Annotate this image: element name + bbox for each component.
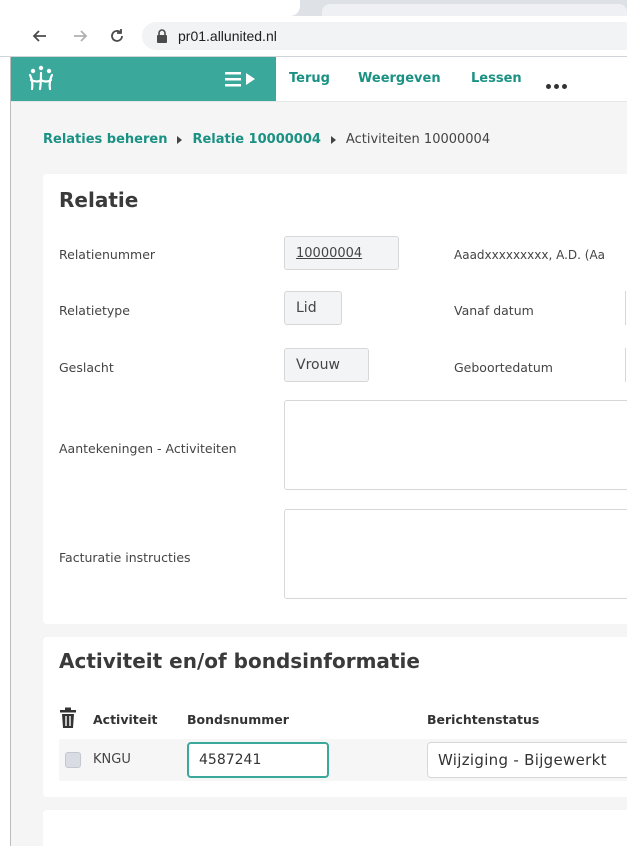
bondsnummer-input[interactable]: 4587241 — [187, 742, 329, 778]
arrow-left-icon — [32, 30, 46, 42]
address-bar[interactable]: pr01.allunited.nl — [142, 22, 627, 50]
brand-bar — [11, 57, 276, 101]
browser-tab-strip — [0, 0, 627, 16]
relatie-name-text: Aaadxxxxxxxxx, A.D. (Aa — [454, 248, 606, 262]
geslacht-label: Geslacht — [59, 360, 114, 375]
app-container: Terug Weergeven Lessen Relaties beheren … — [10, 57, 627, 850]
browser-forward-button[interactable] — [68, 24, 92, 48]
row-select-checkbox[interactable] — [65, 752, 81, 768]
table-row: KNGU 4587241 Wijziging - Bijgewerkt — [59, 739, 627, 781]
nav-lessons-link[interactable]: Lessen — [471, 71, 522, 86]
berichtenstatus-select[interactable]: Wijziging - Bijgewerkt — [427, 742, 627, 778]
relatie-title: Relatie — [59, 188, 139, 212]
breadcrumb-relatie[interactable]: Relatie 10000004 — [192, 132, 320, 147]
club-logo-icon — [28, 65, 54, 91]
lock-icon — [154, 28, 170, 44]
relatienummer-value[interactable]: 10000004 — [284, 236, 399, 270]
row-activiteit: KNGU — [93, 752, 131, 767]
activiteit-card: Activiteit en/of bondsinformatie Activit… — [43, 637, 627, 797]
column-header-bondsnummer: Bondsnummer — [187, 712, 289, 727]
relatietype-value: Lid — [284, 291, 342, 325]
relatie-card: Relatie Relatienummer 10000004 Aaadxxxxx… — [43, 174, 627, 624]
breadcrumb-separator-icon — [330, 135, 336, 144]
aantekeningen-textarea[interactable] — [284, 400, 627, 490]
browser-tab-active[interactable] — [0, 0, 300, 16]
activiteit-title: Activiteit en/of bondsinformatie — [59, 649, 420, 673]
geslacht-value: Vrouw — [284, 348, 369, 382]
relatietype-label: Relatietype — [59, 303, 130, 318]
browser-reload-button[interactable] — [105, 24, 129, 48]
next-card — [43, 810, 627, 850]
arrow-right-icon — [74, 30, 88, 42]
relatienummer-label: Relatienummer — [59, 247, 156, 262]
nav-view-link[interactable]: Weergeven — [358, 71, 441, 86]
trash-icon[interactable] — [59, 707, 77, 729]
nav-back-link[interactable]: Terug — [289, 71, 330, 86]
facturatie-label: Facturatie instructies — [59, 550, 191, 565]
breadcrumb-activiteiten: Activiteiten 10000004 — [345, 132, 491, 147]
column-header-berichtenstatus: Berichtenstatus — [427, 712, 540, 727]
facturatie-textarea[interactable] — [284, 509, 627, 599]
browser-toolbar: pr01.allunited.nl — [0, 16, 627, 57]
breadcrumb-relaties-beheren[interactable]: Relaties beheren — [43, 132, 167, 147]
vanaf-datum-label: Vanaf datum — [454, 303, 534, 318]
browser-tab-inactive[interactable] — [322, 4, 627, 16]
browser-back-button[interactable] — [28, 24, 52, 48]
address-url: pr01.allunited.nl — [178, 28, 277, 44]
aantekeningen-label: Aantekeningen - Activiteiten — [59, 441, 237, 456]
more-options-icon[interactable] — [546, 74, 570, 89]
geboortedatum-label: Geboortedatum — [454, 360, 553, 375]
app-top-bar: Terug Weergeven Lessen — [11, 57, 627, 102]
breadcrumb: Relaties beheren Relatie 10000004 Activi… — [43, 132, 490, 147]
breadcrumb-separator-icon — [177, 135, 183, 144]
reload-icon — [111, 29, 123, 42]
menu-toggle-icon[interactable] — [223, 69, 259, 89]
column-header-activiteit: Activiteit — [93, 712, 158, 727]
